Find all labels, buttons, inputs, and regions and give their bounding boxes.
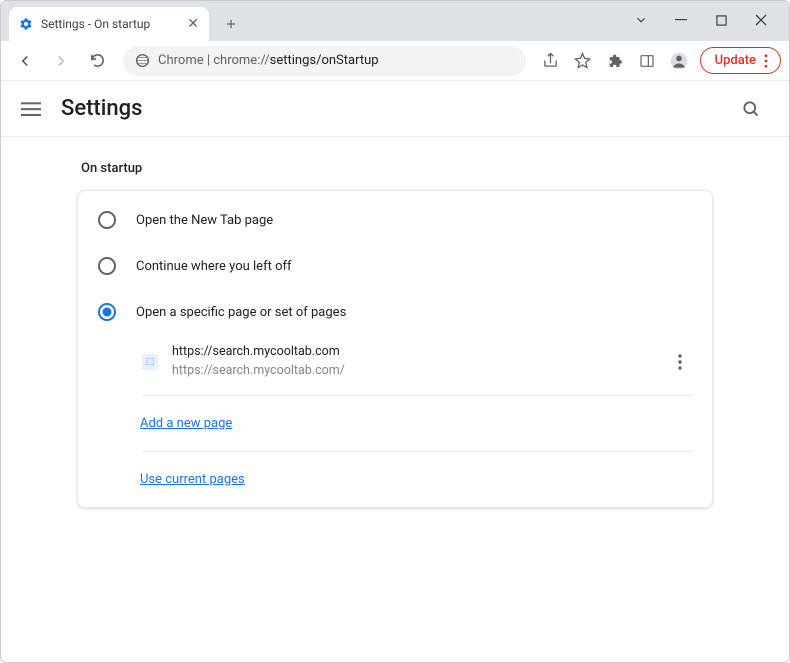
use-current-link[interactable]: Use current pages xyxy=(140,472,245,487)
section-title: On startup xyxy=(77,161,713,176)
radio-label: Open the New Tab page xyxy=(136,213,273,228)
settings-content: On startup Open the New Tab page Continu… xyxy=(1,137,789,532)
page-entry-url: https://search.mycooltab.com/ xyxy=(172,362,345,381)
omnibox-text: Chrome | chrome://settings/onStartup xyxy=(158,53,379,68)
browser-tab[interactable]: Settings - On startup ✕ xyxy=(9,7,209,41)
page-title: Settings xyxy=(61,96,142,121)
new-tab-button[interactable] xyxy=(217,10,245,38)
settings-header: Settings xyxy=(1,81,789,137)
forward-button[interactable] xyxy=(45,45,77,77)
close-icon[interactable]: ✕ xyxy=(187,16,199,32)
back-button[interactable] xyxy=(9,45,41,77)
radio-specific-pages[interactable]: Open a specific page or set of pages xyxy=(78,289,712,335)
search-icon[interactable] xyxy=(733,91,769,127)
page-entry-text: https://search.mycooltab.com https://sea… xyxy=(172,343,345,381)
radio-icon xyxy=(98,257,116,275)
more-actions-button[interactable] xyxy=(668,348,692,376)
use-current-row: Use current pages xyxy=(78,458,712,501)
minimize-button[interactable] xyxy=(661,5,701,35)
chevron-down-icon[interactable] xyxy=(621,5,661,35)
add-page-link[interactable]: Add a new page xyxy=(140,416,232,431)
sidepanel-icon[interactable] xyxy=(632,46,662,76)
radio-continue[interactable]: Continue where you left off xyxy=(78,243,712,289)
divider xyxy=(142,451,692,452)
add-page-row: Add a new page xyxy=(78,402,712,445)
startup-card: Open the New Tab page Continue where you… xyxy=(77,190,713,508)
divider xyxy=(142,395,692,396)
more-icon xyxy=(764,54,768,68)
startup-page-entry: ⬚ https://search.mycooltab.com https://s… xyxy=(78,335,712,389)
toolbar-actions: Update xyxy=(536,46,781,76)
reload-button[interactable] xyxy=(81,45,113,77)
share-icon[interactable] xyxy=(536,46,566,76)
radio-label: Continue where you left off xyxy=(136,259,292,274)
secure-icon xyxy=(135,53,150,68)
page-entry-title: https://search.mycooltab.com xyxy=(172,343,345,362)
address-bar[interactable]: Chrome | chrome://settings/onStartup xyxy=(123,46,526,76)
favicon-icon: ⬚ xyxy=(142,354,158,370)
gear-icon xyxy=(19,17,33,31)
radio-label: Open a specific page or set of pages xyxy=(136,305,346,320)
radio-icon xyxy=(98,303,116,321)
radio-open-new-tab[interactable]: Open the New Tab page xyxy=(78,197,712,243)
close-window-button[interactable] xyxy=(741,5,781,35)
profile-icon[interactable] xyxy=(664,46,694,76)
radio-icon xyxy=(98,211,116,229)
update-button[interactable]: Update xyxy=(700,47,781,74)
extensions-icon[interactable] xyxy=(600,46,630,76)
tab-title: Settings - On startup xyxy=(41,17,150,31)
window-titlebar: Settings - On startup ✕ xyxy=(1,1,789,41)
maximize-button[interactable] xyxy=(701,5,741,35)
bookmark-icon[interactable] xyxy=(568,46,598,76)
window-controls xyxy=(621,5,781,35)
menu-icon[interactable] xyxy=(21,99,41,119)
browser-toolbar: Chrome | chrome://settings/onStartup Upd… xyxy=(1,41,789,81)
update-label: Update xyxy=(715,53,756,68)
